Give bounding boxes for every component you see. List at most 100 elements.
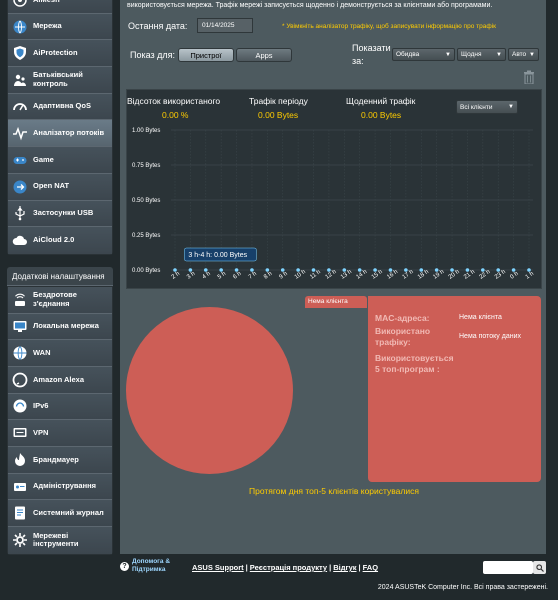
chevron-down-icon: ▼ (496, 51, 502, 58)
sidebar-item-network[interactable]: Мережа (8, 13, 112, 41)
parental-icon (11, 71, 29, 89)
sidebar-item-lan[interactable]: Локальна мережа (8, 313, 112, 341)
sidebar-item-traffic[interactable]: Аналізатор потоків (8, 120, 112, 148)
sidebar-item-vpn[interactable]: VPN (8, 420, 112, 447)
sidebar-item-label: Адміністрування (33, 481, 97, 491)
sidebar-item-firewall[interactable]: Брандмауер (8, 447, 112, 474)
search-button[interactable] (533, 561, 546, 574)
sidebar-item-log[interactable]: Системний журнал (8, 500, 112, 528)
admin-icon (11, 478, 29, 496)
sidebar-item-gamepad[interactable]: Game (8, 147, 112, 174)
sidebar-item-label: WAN (33, 347, 51, 357)
sidebar-item-label: Game (33, 154, 54, 164)
unit-select[interactable]: Авто ▼ (508, 48, 539, 61)
enable-hint: * Увімкніть аналізатор трафіку, щоб запи… (282, 23, 496, 30)
advanced-settings-title: Додаткові налаштування (7, 266, 113, 286)
x-tick-label: 19 h (432, 269, 445, 281)
x-tick-label: 1 h (525, 271, 535, 281)
firewall-icon (11, 451, 29, 469)
log-icon (11, 504, 29, 522)
sidebar-item-label: Бездротове з'єднання (33, 290, 77, 308)
sidebar-item-label: Мережа (33, 21, 62, 31)
sidebar-item-globe[interactable]: WAN (8, 340, 112, 367)
chart-tooltip: 3 h-4 h: 0.00 Bytes (184, 247, 257, 262)
sidebar-item-nat[interactable]: Open NAT (8, 173, 112, 201)
search-input[interactable] (483, 561, 533, 574)
sidebar-item-label: Адаптивна QoS (33, 101, 91, 111)
gamepad-icon (11, 151, 29, 169)
mesh-icon (11, 0, 29, 9)
date-row: Остання дата: 01/14/2025 * Увімкніть ана… (127, 18, 539, 36)
direction-select-value: Обидва (396, 51, 420, 58)
sidebar-item-label: Мережеві інструменти (33, 530, 79, 549)
y-tick-label: 0.50 Bytes (132, 198, 160, 204)
x-tick-label: 5 h (217, 271, 227, 281)
sidebar-item-usb[interactable]: Застосунки USB (8, 200, 112, 228)
cloud-icon (11, 232, 29, 250)
sidebar-item-admin[interactable]: Адміністрування (8, 473, 112, 501)
sidebar-item-label: Застосунки USB (33, 208, 94, 218)
period-select[interactable]: Щодня ▼ (457, 48, 506, 61)
asus-support-link[interactable]: ASUS Support (192, 563, 244, 572)
main-panel: використовується мережа. Трафік мережі з… (120, 0, 546, 554)
tooltip-text: 3 h-4 h: 0.00 Bytes (188, 252, 247, 259)
sidebar-item-parental[interactable]: Батьківський контроль (8, 67, 112, 94)
x-tick-label: 17 h (402, 269, 415, 281)
used-traffic-value: Нема потоку даних (459, 333, 521, 340)
sidebar-item-cloud[interactable]: AiCloud 2.0 (8, 227, 112, 254)
mac-value: Нема клієнта (459, 314, 502, 321)
alexa-icon (11, 371, 29, 389)
product-registration-link[interactable]: Реєстрація продукту (250, 563, 327, 572)
network-icon (11, 18, 29, 36)
x-tick-label: 7 h (248, 271, 258, 281)
x-tick-label: 21 h (463, 269, 476, 281)
y-tick-label: 0.25 Bytes (132, 233, 160, 239)
feedback-link[interactable]: Відгук (333, 563, 356, 572)
footer: ? Допомога & Підтримка ASUS Support | Реєс… (120, 554, 546, 580)
x-tick-label: 14 h (355, 269, 368, 281)
sidebar-item-mesh[interactable]: AiMesh (8, 0, 112, 14)
copyright: 2024 ASUSTeK Computer Inc. Всі права зас… (377, 584, 548, 591)
sidebar-item-tools[interactable]: Мережеві інструменти (8, 527, 112, 554)
show-by-label: Показати за: (352, 43, 391, 66)
direction-select[interactable]: Обидва ▼ (392, 48, 455, 61)
nat-icon (11, 178, 29, 196)
trash-icon[interactable] (523, 70, 535, 85)
search-icon (535, 563, 544, 572)
traffic-icon (11, 124, 29, 142)
sidebar-item-label: Amazon Alexa (33, 374, 84, 384)
x-tick-label: 3 h (186, 271, 196, 281)
sidebar-item-label: AiCloud 2.0 (33, 235, 75, 245)
y-tick-label: 0.00 Bytes (132, 268, 160, 274)
lan-icon (11, 317, 29, 335)
x-tick-label: 16 h (386, 269, 399, 281)
sidebar-item-label: Системний журнал (33, 507, 104, 517)
show-for-label: Показ для: (130, 50, 176, 60)
sidebar-item-label: AiProtection (33, 47, 78, 57)
sidebar-item-alexa[interactable]: Amazon Alexa (8, 366, 112, 394)
qos-icon (11, 98, 29, 116)
client-info-box: MAC-адреса: Нема клієнта Використано тра… (368, 296, 541, 482)
help-link[interactable]: ? Допомога & Підтримка (120, 558, 182, 574)
sidebar-item-label: Open NAT (33, 181, 70, 191)
sidebar-general-menu: AiMesh Мережа AiProtection Батьківський кон… (7, 0, 113, 255)
sidebar-item-label: AiMesh (33, 0, 60, 4)
x-tick-label: 2 h (171, 271, 181, 281)
shield-icon (11, 44, 29, 62)
devices-button[interactable]: Пристрої (178, 48, 234, 62)
top5-caption: Протягом дня топ-5 клієнтів користувалис… (249, 486, 419, 496)
sidebar-item-shield[interactable]: AiProtection (8, 40, 112, 68)
clients-pie-chart (126, 307, 293, 474)
vpn-icon (11, 424, 29, 442)
faq-link[interactable]: FAQ (363, 563, 378, 572)
x-tick-label: 11 h (309, 269, 322, 280)
x-tick-label: 15 h (371, 269, 384, 281)
traffic-line-chart: 1.00 Bytes 0.75 Bytes 0.50 Bytes 0.25 Bytes… (132, 128, 535, 281)
sidebar-item-ipv6[interactable]: IPv6 (8, 393, 112, 421)
last-date-label: Остання дата: (128, 21, 188, 31)
sidebar-item-qos[interactable]: Адаптивна QoS (8, 93, 112, 121)
sidebar-item-wireless[interactable]: Бездротове з'єднання (8, 286, 112, 314)
last-date-input[interactable]: 01/14/2025 (197, 18, 253, 33)
apps-button[interactable]: Apps (236, 48, 292, 62)
unit-select-value: Авто (512, 51, 527, 58)
